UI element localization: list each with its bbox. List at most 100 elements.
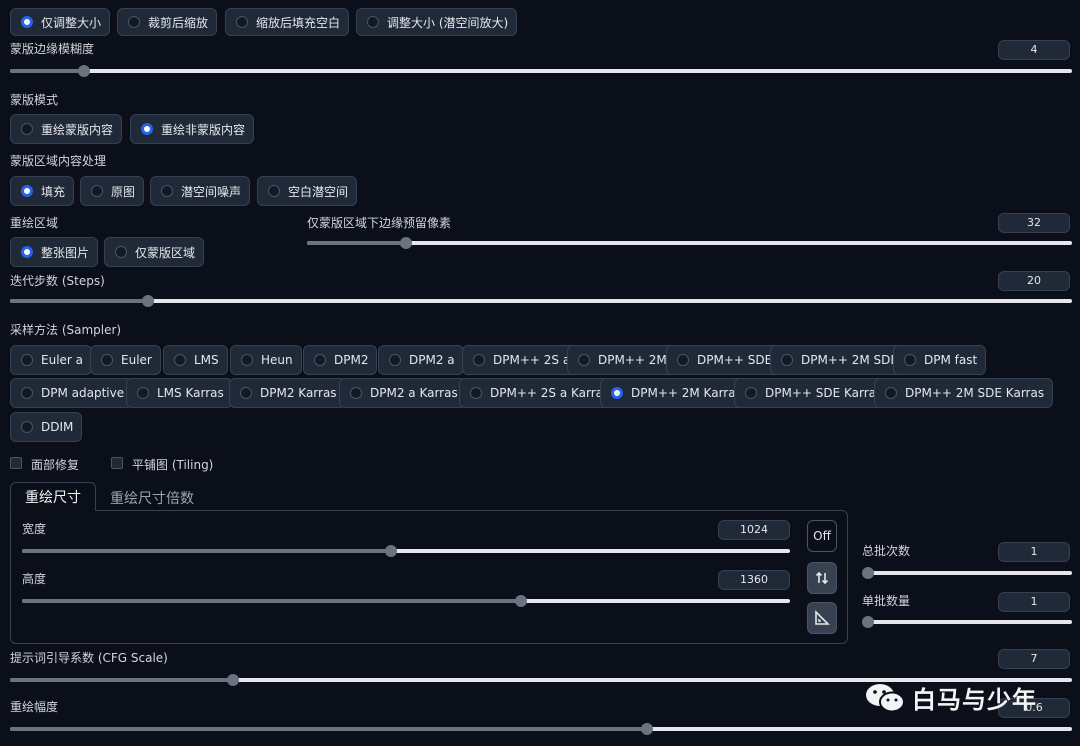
masked-content-option[interactable]: 原图 (80, 176, 145, 206)
swap-dimensions-button[interactable] (807, 562, 837, 594)
width-slider[interactable] (22, 545, 790, 557)
masked-content-option[interactable]: 空白潜空间 (257, 176, 358, 206)
mask-mode-option[interactable]: 重绘非蒙版内容 (130, 114, 255, 144)
slider-thumb[interactable] (400, 237, 413, 249)
resize-mode-option[interactable]: 裁剪后缩放 (117, 8, 218, 36)
off-button[interactable]: Off (807, 520, 837, 552)
slider-fill (10, 678, 234, 682)
radio-dot (389, 354, 401, 366)
steps-slider[interactable] (10, 295, 1072, 307)
tab-resize-to[interactable]: 重绘尺寸 (10, 482, 96, 511)
batch-size-label: 单批数量 (862, 594, 911, 608)
radio-dot (21, 123, 33, 135)
slider-thumb[interactable] (78, 65, 91, 77)
batch-count-slider[interactable] (862, 567, 1072, 579)
masked-content-option[interactable]: 潜空间噪声 (150, 176, 251, 206)
radio-dot (115, 246, 127, 258)
sampler-option[interactable]: DPM++ SDE (666, 345, 782, 375)
sampler-option[interactable]: Heun (230, 345, 302, 375)
inpaint-area-option[interactable]: 仅蒙版区域 (104, 237, 205, 267)
sampler-option[interactable]: DPM++ SDE Karras (734, 378, 892, 408)
sampler-option[interactable]: DPM++ 2M SDE (770, 345, 907, 375)
radio-dot (91, 185, 103, 197)
sampler-option[interactable]: DPM2 Karras (229, 378, 346, 408)
tiling-label: 平铺图 (Tiling) (132, 458, 214, 472)
resize-mode-option[interactable]: 仅调整大小 (10, 8, 111, 36)
sampler-option[interactable]: LMS (163, 345, 228, 375)
sampler-option[interactable]: DPM adaptive (10, 378, 134, 408)
inpaint-area-option[interactable]: 整张图片 (10, 237, 99, 267)
restore-faces-label: 面部修复 (31, 458, 80, 472)
radio-dot (781, 354, 793, 366)
restore-faces-checkbox[interactable] (10, 457, 22, 469)
watermark-text: 白马与少年 (912, 686, 1037, 714)
padding-slider[interactable] (307, 237, 1072, 249)
slider-thumb[interactable] (227, 674, 240, 686)
radio-dot (367, 16, 379, 28)
sampler-option[interactable]: DPM2 a (378, 345, 464, 375)
sampler-option[interactable]: DPM++ 2S a Karras (459, 378, 619, 408)
sampler-option[interactable]: DPM fast (893, 345, 987, 375)
radio-dot (21, 354, 33, 366)
steps-label: 迭代步数 (Steps) (10, 274, 105, 288)
radio-dot (611, 387, 623, 399)
slider-thumb[interactable] (384, 545, 397, 557)
batch-count-input[interactable]: 1 (998, 542, 1070, 562)
triangle-ruler-icon (815, 610, 830, 625)
width-input[interactable]: 1024 (718, 520, 790, 540)
sampler-option[interactable]: DPM2 (303, 345, 378, 375)
radio-dot (161, 185, 173, 197)
radio-dot (578, 354, 590, 366)
mask-blur-label: 蒙版边缘模糊度 (10, 42, 95, 56)
mask-mode-option[interactable]: 重绘蒙版内容 (10, 114, 123, 144)
tiling-checkbox[interactable] (111, 457, 123, 469)
radio-dot (137, 387, 149, 399)
sampler-option[interactable]: DPM++ 2M Karras (600, 378, 751, 408)
height-label: 高度 (22, 572, 47, 586)
cfg-scale-input[interactable]: 7 (998, 649, 1070, 669)
slider-thumb[interactable] (142, 295, 155, 307)
mask-mode-label: 蒙版模式 (10, 93, 59, 107)
radio-dot (236, 16, 248, 28)
slider-fill (10, 727, 648, 731)
height-input[interactable]: 1360 (718, 570, 790, 590)
radio-dot (473, 354, 485, 366)
sampler-option[interactable]: DDIM (10, 412, 83, 442)
steps-input[interactable]: 20 (998, 271, 1070, 291)
batch-size-slider[interactable] (862, 616, 1072, 628)
sampler-option[interactable]: Euler a (10, 345, 93, 375)
height-slider[interactable] (22, 595, 790, 607)
batch-count-label: 总批次数 (862, 544, 911, 558)
radio-dot (904, 354, 916, 366)
radio-dot (21, 185, 33, 197)
radio-dot (677, 354, 689, 366)
resize-mode-option[interactable]: 调整大小 (潜空间放大) (356, 8, 518, 36)
cfg-scale-label: 提示词引导系数 (CFG Scale) (10, 651, 168, 665)
padding-input[interactable]: 32 (998, 213, 1070, 233)
tab-resize-by[interactable]: 重绘尺寸倍数 (110, 488, 194, 508)
radio-dot (21, 421, 33, 433)
sampler-option[interactable]: LMS Karras (126, 378, 233, 408)
sampler-label: 采样方法 (Sampler) (10, 323, 122, 337)
sampler-option[interactable]: DPM++ 2M SDE Karras (874, 378, 1054, 408)
resize-mode-option[interactable]: 缩放后填充空白 (225, 8, 350, 36)
sampler-option[interactable]: DPM2 a Karras (339, 378, 467, 408)
watermark: 白马与少年 (864, 680, 1037, 715)
padding-label: 仅蒙版区域下边缘预留像素 (307, 216, 452, 230)
masked-content-option[interactable]: 填充 (10, 176, 75, 206)
radio-dot (21, 387, 33, 399)
slider-thumb[interactable] (862, 616, 874, 628)
aspect-ratio-button[interactable] (807, 602, 837, 634)
mask-blur-input[interactable]: 4 (998, 40, 1070, 60)
batch-size-input[interactable]: 1 (998, 592, 1070, 612)
denoise-slider[interactable] (10, 723, 1072, 735)
slider-fill (22, 599, 522, 603)
slider-thumb[interactable] (862, 567, 874, 579)
sampler-option[interactable]: DPM++ 2S a (462, 345, 580, 375)
mask-blur-slider[interactable] (10, 65, 1072, 77)
slider-thumb[interactable] (641, 723, 654, 735)
sampler-option[interactable]: Euler (90, 345, 161, 375)
swap-arrows-icon (815, 571, 829, 585)
radio-dot (268, 185, 280, 197)
sampler-option[interactable]: DPM++ 2M (567, 345, 676, 375)
